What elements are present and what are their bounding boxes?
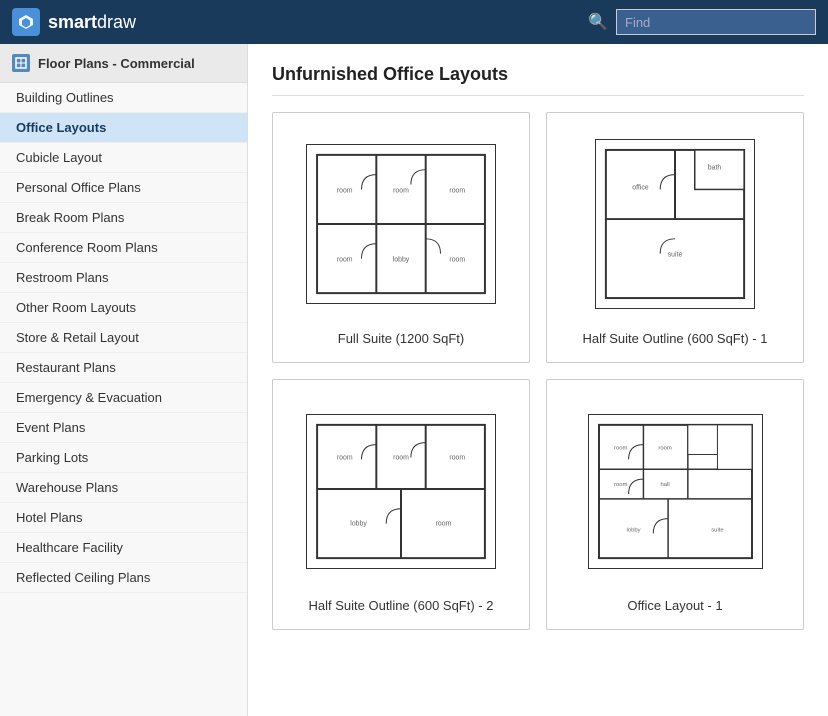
svg-text:room: room (449, 454, 465, 461)
svg-text:room: room (393, 454, 409, 461)
content-area: Unfurnished Office Layouts (248, 44, 828, 716)
svg-text:suite: suite (711, 527, 724, 533)
card-image-3: room room room lobby room (289, 396, 513, 586)
sidebar-item-11[interactable]: Event Plans (0, 413, 247, 443)
card-image-4: room room room hall lobby suite (563, 396, 787, 586)
svg-text:bath: bath (708, 165, 722, 172)
main-layout: Floor Plans - Commercial Building Outlin… (0, 44, 828, 716)
search-button[interactable]: 🔍 (588, 12, 608, 32)
card-label-2: Half Suite Outline (600 SqFt) - 1 (583, 331, 768, 346)
svg-text:suite: suite (668, 252, 683, 259)
sidebar-item-8[interactable]: Store & Retail Layout (0, 323, 247, 353)
svg-text:room: room (436, 520, 452, 527)
sidebar: Floor Plans - Commercial Building Outlin… (0, 44, 248, 716)
svg-text:room: room (658, 445, 672, 451)
content-title: Unfurnished Office Layouts (272, 64, 804, 96)
sidebar-item-10[interactable]: Emergency & Evacuation (0, 383, 247, 413)
sidebar-item-6[interactable]: Restroom Plans (0, 263, 247, 293)
svg-text:room: room (337, 257, 353, 264)
sidebar-item-3[interactable]: Personal Office Plans (0, 173, 247, 203)
svg-text:room: room (337, 187, 353, 194)
sidebar-item-1[interactable]: Office Layouts (0, 113, 247, 143)
svg-text:office: office (632, 184, 649, 191)
svg-text:room: room (613, 482, 627, 488)
search-input[interactable] (616, 9, 816, 35)
sidebar-header-label: Floor Plans - Commercial (38, 56, 195, 71)
svg-text:hall: hall (660, 482, 669, 488)
sidebar-items-container: Building OutlinesOffice LayoutsCubicle L… (0, 83, 247, 593)
sidebar-item-16[interactable]: Reflected Ceiling Plans (0, 563, 247, 593)
sidebar-item-4[interactable]: Break Room Plans (0, 203, 247, 233)
svg-text:room: room (393, 187, 409, 194)
sidebar-item-2[interactable]: Cubicle Layout (0, 143, 247, 173)
floor-plans-icon (12, 54, 30, 72)
svg-text:room: room (449, 257, 465, 264)
sidebar-item-15[interactable]: Healthcare Facility (0, 533, 247, 563)
card-office-layout-1[interactable]: room room room hall lobby suite Office L… (546, 379, 804, 630)
svg-text:room: room (613, 445, 627, 451)
sidebar-item-7[interactable]: Other Room Layouts (0, 293, 247, 323)
card-half-suite-600-2[interactable]: room room room lobby room Half Suite Out… (272, 379, 530, 630)
card-label-1: Full Suite (1200 SqFt) (338, 331, 464, 346)
sidebar-item-13[interactable]: Warehouse Plans (0, 473, 247, 503)
svg-text:room: room (449, 187, 465, 194)
logo-icon (12, 8, 40, 36)
card-label-4: Office Layout - 1 (627, 598, 722, 613)
sidebar-item-5[interactable]: Conference Room Plans (0, 233, 247, 263)
card-label-3: Half Suite Outline (600 SqFt) - 2 (309, 598, 494, 613)
logo-area: smartdraw (12, 8, 588, 36)
card-full-suite-1200[interactable]: room room room room lobby room Full Suit… (272, 112, 530, 363)
card-image-2: office bath suite (563, 129, 787, 319)
logo-text: smartdraw (48, 12, 136, 33)
sidebar-item-12[interactable]: Parking Lots (0, 443, 247, 473)
svg-text:lobby: lobby (393, 257, 410, 264)
app-header: smartdraw 🔍 (0, 0, 828, 44)
sidebar-item-9[interactable]: Restaurant Plans (0, 353, 247, 383)
card-half-suite-600-1[interactable]: office bath suite Half Suite Outline (60… (546, 112, 804, 363)
svg-text:lobby: lobby (350, 520, 367, 527)
sidebar-item-14[interactable]: Hotel Plans (0, 503, 247, 533)
sidebar-item-0[interactable]: Building Outlines (0, 83, 247, 113)
svg-text:room: room (337, 454, 353, 461)
cards-grid: room room room room lobby room Full Suit… (272, 112, 804, 630)
sidebar-header: Floor Plans - Commercial (0, 44, 247, 83)
svg-text:lobby: lobby (626, 527, 640, 533)
search-area: 🔍 (588, 9, 816, 35)
card-image-1: room room room room lobby room (289, 129, 513, 319)
